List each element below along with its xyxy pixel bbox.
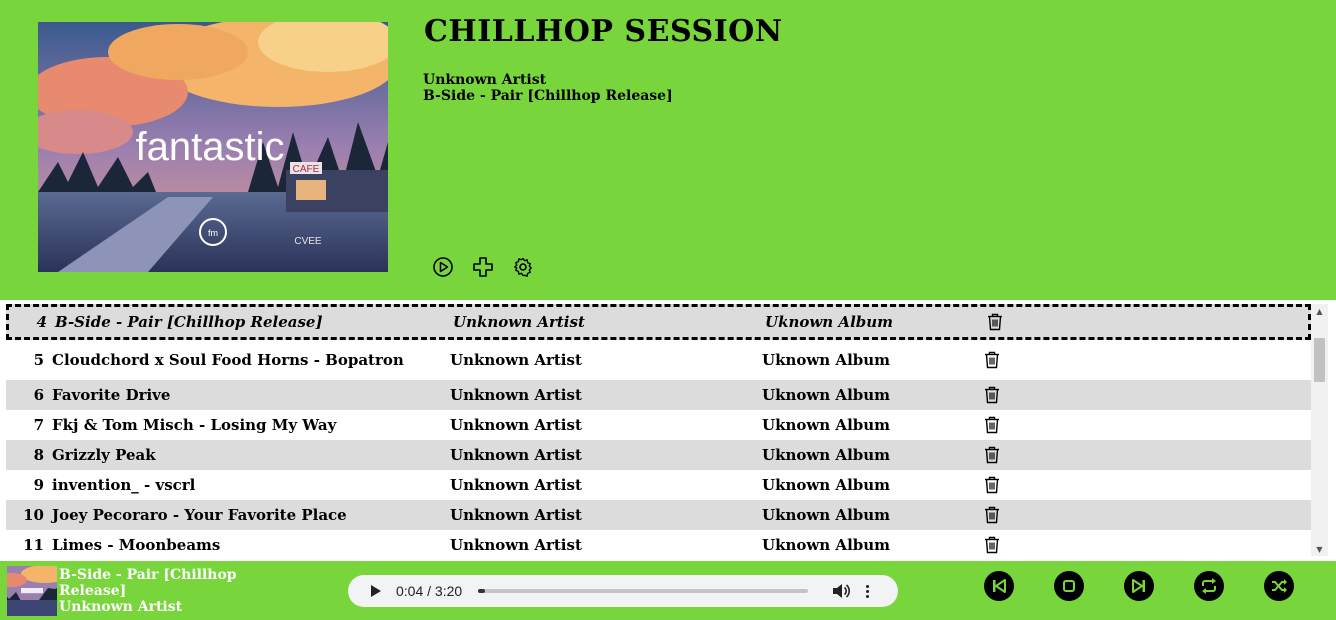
track-album: Uknown Album (762, 416, 891, 434)
track-title: Cloudchord x Soul Food Horns - Bopatron (52, 350, 404, 369)
trash-icon[interactable] (980, 536, 1004, 554)
track-artist: Unknown Artist (450, 536, 582, 554)
trash-icon[interactable] (980, 506, 1004, 524)
track-title: Joey Pecoraro - Your Favorite Place (52, 505, 347, 524)
skip-previous-icon[interactable] (984, 571, 1014, 601)
track-artist: Unknown Artist (450, 386, 582, 404)
scroll-up-arrow[interactable]: ▲ (1311, 304, 1328, 318)
track-album: Uknown Album (765, 313, 894, 331)
audio-player: 0:04 / 3:20 (348, 575, 898, 607)
header: CAFE CVEE fantastic fm CHILLHOP SESSION … (0, 0, 1336, 300)
table-row[interactable]: 10 Joey Pecoraro - Your Favorite Place Unk… (6, 500, 1311, 530)
album-cover: CAFE CVEE fantastic fm (38, 22, 388, 272)
playlist-rows: 4 B-Side - Pair [Chillhop Release] Unknown… (6, 304, 1311, 556)
repeat-icon[interactable] (1194, 571, 1224, 601)
cover-sign-reflection: CVEE (294, 236, 322, 247)
trash-icon[interactable] (983, 313, 1007, 331)
scrollbar[interactable]: ▲ ▼ (1311, 304, 1328, 556)
track-title: Favorite Drive (52, 385, 171, 404)
track-title: B-Side - Pair [Chillhop Release] (55, 312, 323, 331)
track-artist: Unknown Artist (453, 313, 585, 331)
table-row[interactable]: 6 Favorite Drive Unknown Artist Uknown Albu… (6, 380, 1311, 410)
track-album: Uknown Album (762, 446, 891, 464)
table-row-active[interactable]: 4 B-Side - Pair [Chillhop Release] Unknown… (6, 304, 1311, 340)
track-number: 7 (33, 416, 44, 434)
scroll-thumb[interactable] (1314, 338, 1325, 382)
volume-icon[interactable] (832, 583, 850, 599)
header-actions (432, 256, 534, 278)
track-artist: Unknown Artist (450, 476, 582, 494)
track-artist: Unknown Artist (450, 506, 582, 524)
playlist-table: 4 B-Side - Pair [Chillhop Release] Unknown… (6, 304, 1328, 556)
track-title: Fkj & Tom Misch - Losing My Way (52, 415, 337, 434)
stop-icon[interactable] (1054, 571, 1084, 601)
trash-icon[interactable] (980, 386, 1004, 404)
scroll-down-arrow[interactable]: ▼ (1311, 542, 1328, 556)
track-title: Limes - Moonbeams (52, 535, 221, 554)
header-meta: Unknown Artist B-Side - Pair [Chillhop R… (423, 72, 673, 104)
audio-more-icon[interactable] (864, 584, 870, 598)
plus-icon[interactable] (472, 256, 494, 278)
track-number: 10 (23, 506, 44, 524)
track-title: Grizzly Peak (52, 445, 156, 464)
track-artist: Unknown Artist (450, 416, 582, 434)
now-playing-artist: Unknown Artist (59, 599, 183, 615)
track-number: 8 (33, 446, 44, 464)
shuffle-icon[interactable] (1264, 571, 1294, 601)
audio-time: 0:04 / 3:20 (396, 583, 463, 599)
cover-text: fantastic (136, 125, 285, 169)
track-artist: Unknown Artist (450, 446, 582, 464)
trash-icon[interactable] (980, 351, 1004, 369)
table-row[interactable]: 11 Limes - Moonbeams Unknown Artist Uknown … (6, 530, 1311, 556)
table-row[interactable]: 5 Cloudchord x Soul Food Horns - Bopatron… (6, 340, 1311, 380)
track-number: 6 (33, 386, 44, 404)
gear-icon[interactable] (512, 256, 534, 278)
track-number: 4 (36, 313, 47, 331)
trash-icon[interactable] (980, 476, 1004, 494)
track-number: 11 (23, 536, 44, 554)
track-album: Uknown Album (762, 351, 891, 369)
track-album: Uknown Album (762, 386, 891, 404)
track-number: 9 (33, 476, 44, 494)
table-row[interactable]: 7 Fkj & Tom Misch - Losing My Way Unknown … (6, 410, 1311, 440)
cover-badge: fm (208, 228, 218, 238)
cover-sign: CAFE (293, 164, 320, 175)
playlist-title: CHILLHOP SESSION (424, 14, 783, 49)
header-track: B-Side - Pair [Chillhop Release] (423, 88, 673, 104)
header-artist: Unknown Artist (423, 72, 547, 88)
now-playing-cover (7, 566, 57, 616)
track-album: Uknown Album (762, 506, 891, 524)
trash-icon[interactable] (980, 446, 1004, 464)
track-title: invention_ - vscrl (52, 475, 196, 494)
table-row[interactable]: 9 invention_ - vscrl Unknown Artist Uknown … (6, 470, 1311, 500)
now-playing-info: B-Side - Pair [Chillhop Release] Unknown… (59, 567, 259, 615)
audio-progress[interactable] (478, 589, 808, 593)
track-artist: Unknown Artist (450, 351, 582, 369)
play-circle-icon[interactable] (432, 256, 454, 278)
track-album: Uknown Album (762, 476, 891, 494)
track-album: Uknown Album (762, 536, 891, 554)
audio-progress-fill (478, 589, 485, 593)
track-number: 5 (33, 351, 44, 369)
audio-play-icon[interactable] (370, 584, 382, 598)
table-row[interactable]: 8 Grizzly Peak Unknown Artist Uknown Album (6, 440, 1311, 470)
now-playing-title: B-Side - Pair [Chillhop Release] (59, 567, 237, 599)
trash-icon[interactable] (980, 416, 1004, 434)
skip-next-icon[interactable] (1124, 571, 1154, 601)
player-bar: B-Side - Pair [Chillhop Release] Unknown… (0, 561, 1336, 620)
